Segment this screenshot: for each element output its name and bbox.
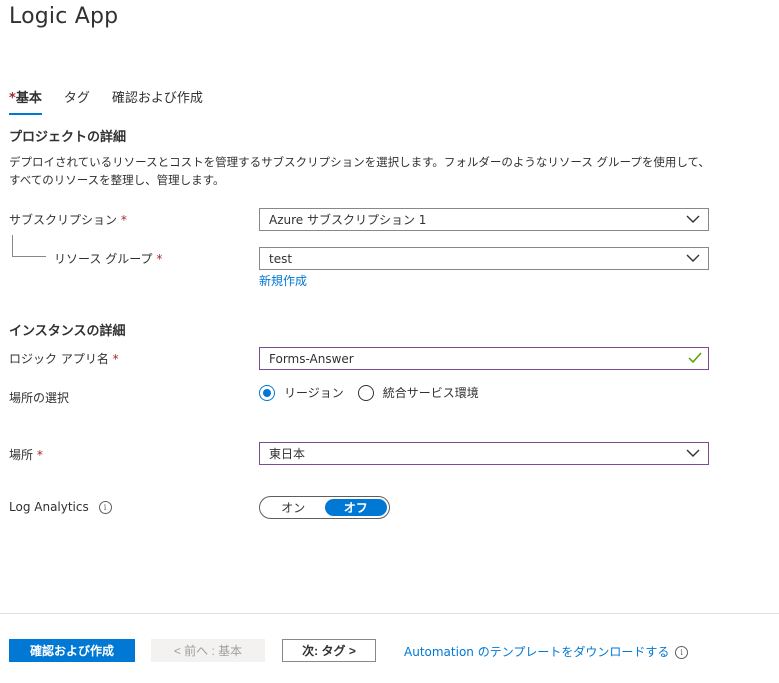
- subscription-label: サブスクリプション *: [9, 211, 127, 228]
- subscription-select-value: Azure サブスクリプション 1: [269, 213, 427, 227]
- page-title: Logic App: [9, 4, 119, 29]
- logic-app-name-label-text: ロジック アプリ名: [9, 352, 109, 366]
- chevron-down-icon: [686, 215, 700, 223]
- tab-review-create[interactable]: 確認および作成: [112, 87, 203, 115]
- tree-connector-horizontal: [12, 256, 46, 257]
- next-tags-button[interactable]: 次: タグ >: [282, 639, 376, 662]
- toggle-off-option[interactable]: オフ: [324, 499, 387, 516]
- location-label-text: 場所: [9, 448, 34, 462]
- resource-group-select-value: test: [269, 251, 293, 266]
- tab-bar: *基本 タグ 確認および作成: [9, 87, 225, 115]
- location-label: 場所 *: [9, 446, 43, 463]
- tree-connector-vertical: [12, 235, 13, 257]
- download-template-link-text: Automation のテンプレートをダウンロードする: [404, 645, 670, 659]
- subscription-label-text: サブスクリプション: [9, 213, 118, 227]
- checkmark-icon: [688, 352, 702, 364]
- required-marker: *: [156, 252, 163, 266]
- subscription-select[interactable]: Azure サブスクリプション 1: [259, 208, 709, 231]
- logic-app-name-label: ロジック アプリ名 *: [9, 350, 119, 367]
- radio-ise-label: 統合サービス環境: [382, 386, 479, 400]
- location-select-value: 東日本: [269, 447, 306, 461]
- tab-basics[interactable]: *基本: [9, 87, 42, 115]
- project-details-description: デプロイされているリソースとコストを管理するサブスクリプションを選択します。フォ…: [9, 155, 710, 187]
- info-icon: i: [675, 646, 689, 659]
- chevron-down-icon: [686, 449, 700, 457]
- review-create-button[interactable]: 確認および作成: [9, 639, 135, 662]
- radio-unselected-icon: [357, 384, 374, 401]
- chevron-down-icon: [686, 254, 700, 262]
- log-analytics-toggle: オン オフ: [259, 496, 390, 519]
- create-new-resource-group-link[interactable]: 新規作成: [259, 272, 307, 289]
- required-marker: *: [112, 352, 119, 366]
- radio-integration-service-environment[interactable]: 統合サービス環境: [357, 384, 479, 401]
- resource-group-select[interactable]: test: [259, 247, 709, 270]
- previous-button[interactable]: < 前へ : 基本: [151, 639, 265, 662]
- tab-tags-label: タグ: [63, 91, 90, 106]
- required-marker: *: [36, 448, 43, 462]
- tab-review-create-label: 確認および作成: [111, 91, 203, 106]
- required-marker: *: [120, 213, 127, 227]
- logic-app-name-input[interactable]: Forms-Answer: [259, 347, 709, 370]
- required-marker: *: [9, 91, 16, 106]
- info-icon[interactable]: i: [98, 501, 112, 514]
- radio-region-label: リージョン: [284, 386, 344, 400]
- instance-details-heading: インスタンスの詳細: [9, 324, 126, 339]
- tab-basics-label: 基本: [15, 91, 42, 106]
- resource-group-label-text: リソース グループ: [54, 252, 153, 266]
- location-type-radio-group: リージョン 統合サービス環境: [259, 384, 493, 401]
- location-select[interactable]: 東日本: [259, 442, 709, 465]
- location-type-label: 場所の選択: [9, 391, 70, 405]
- toggle-on-option[interactable]: オン: [262, 499, 325, 516]
- project-details-heading: プロジェクトの詳細: [9, 130, 127, 145]
- log-analytics-label: Log Analytics i: [9, 500, 112, 514]
- logic-app-name-value: Forms-Answer: [269, 351, 354, 366]
- radio-selected-icon: [259, 384, 275, 401]
- tab-tags[interactable]: タグ: [64, 87, 90, 115]
- resource-group-label: リソース グループ *: [54, 250, 162, 267]
- radio-region[interactable]: リージョン: [259, 384, 344, 401]
- footer-divider: [0, 613, 779, 614]
- log-analytics-label-text: Log Analytics: [9, 500, 89, 514]
- download-template-link[interactable]: Automation のテンプレートをダウンロードする i: [404, 643, 689, 660]
